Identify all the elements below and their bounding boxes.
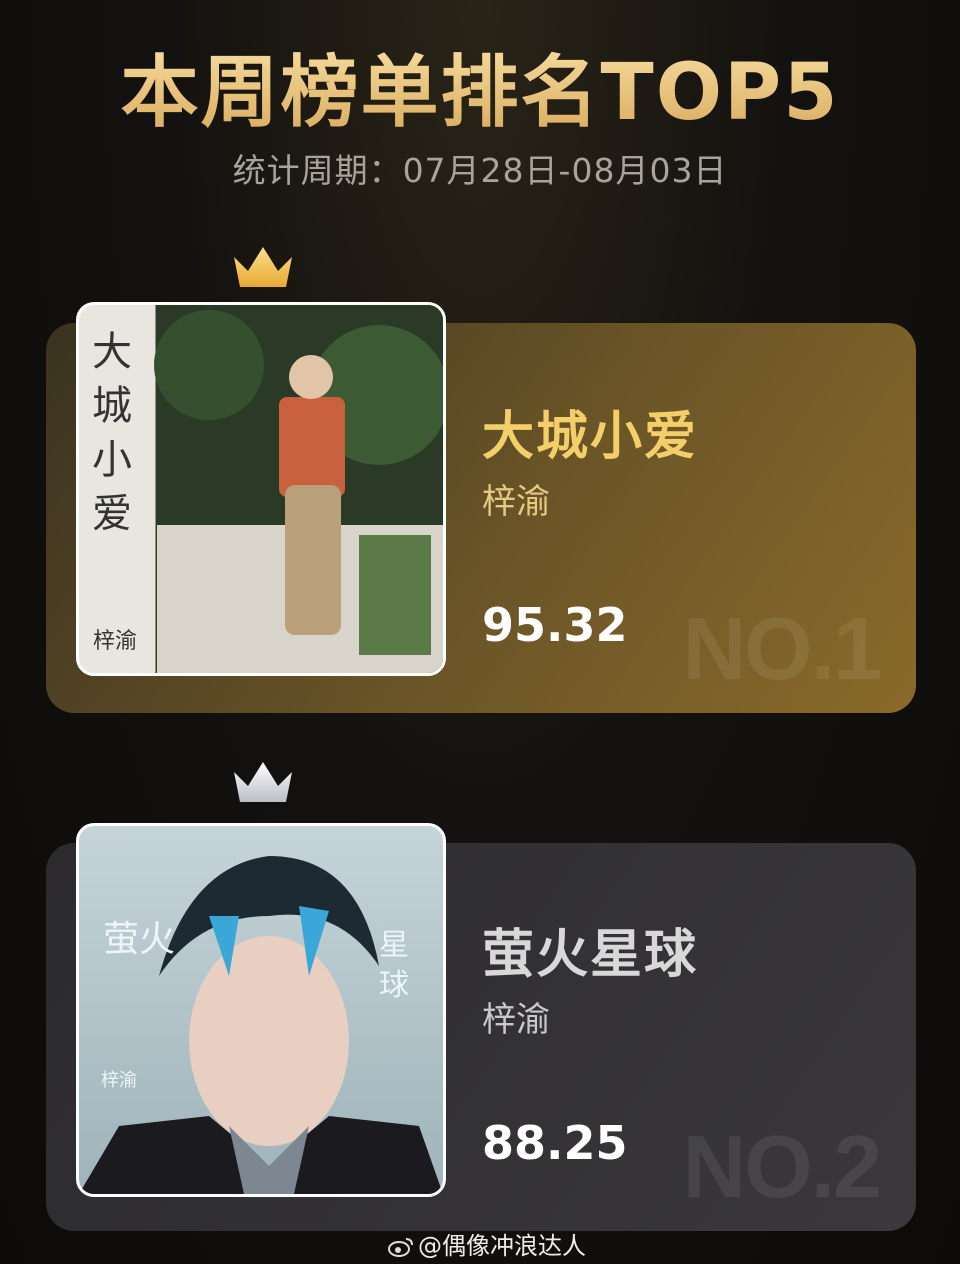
artist-name[interactable]: 梓渝 bbox=[482, 992, 550, 1041]
cover-text: 爱 bbox=[92, 491, 132, 537]
cover-text: 萤火 bbox=[103, 919, 176, 960]
watermark-text: @偶像冲浪达人 bbox=[418, 1232, 586, 1260]
artist-name[interactable]: 梓渝 bbox=[482, 474, 550, 523]
cover-artist: 梓渝 bbox=[93, 629, 138, 654]
weibo-watermark: @偶像冲浪达人 bbox=[388, 1226, 586, 1261]
weibo-icon bbox=[388, 1238, 413, 1257]
silver-crown-icon bbox=[234, 762, 292, 802]
gold-crown-icon bbox=[234, 247, 292, 287]
cover-text: 城 bbox=[92, 383, 132, 429]
cover-artist: 梓渝 bbox=[101, 1070, 137, 1091]
cover-text: 星球 bbox=[379, 928, 409, 1003]
song-title[interactable]: 萤火星球 bbox=[482, 912, 698, 987]
score: 95.32 bbox=[482, 598, 628, 652]
rank-label: NO.2 bbox=[682, 1117, 882, 1216]
score: 88.25 bbox=[482, 1116, 628, 1170]
cover-text: 大 bbox=[92, 329, 132, 375]
page-title: 本周榜单排名TOP5 bbox=[0, 30, 960, 142]
stat-period: 统计周期：07月28日-08月03日 bbox=[232, 151, 728, 190]
cover-text: 小 bbox=[92, 437, 132, 483]
album-cover-2[interactable]: 萤火 星球 梓渝 bbox=[76, 823, 446, 1197]
album-cover-1[interactable]: 大 城 小 爱 梓渝 bbox=[76, 302, 446, 676]
song-title[interactable]: 大城小爱 bbox=[482, 394, 698, 469]
cover-art-2 bbox=[79, 856, 443, 1194]
rank-label: NO.1 bbox=[682, 599, 882, 698]
